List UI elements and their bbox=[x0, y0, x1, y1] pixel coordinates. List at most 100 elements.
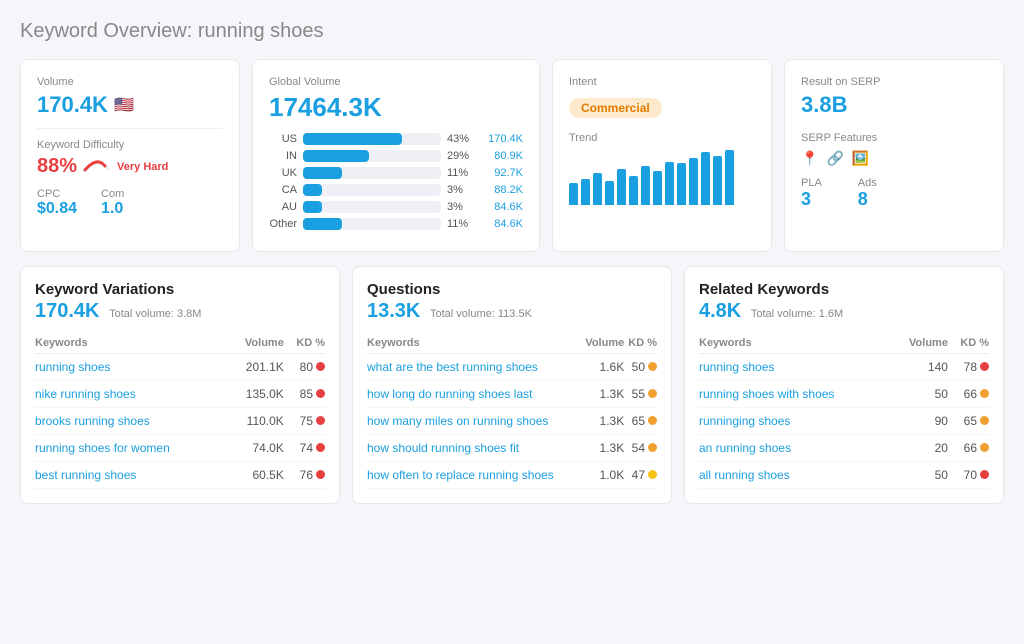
bar-track bbox=[303, 133, 441, 145]
kw-link[interactable]: brooks running shoes bbox=[35, 414, 150, 428]
q-col-kd: KD % bbox=[624, 333, 657, 354]
bar-track bbox=[303, 150, 441, 162]
ads-value: 8 bbox=[858, 189, 877, 210]
trend-bar bbox=[725, 150, 734, 205]
bar-val: 92.7K bbox=[481, 167, 523, 179]
q-col-volume: Volume bbox=[580, 333, 624, 354]
kd-dot bbox=[316, 443, 325, 452]
pla-ads-row: PLA 3 Ads 8 bbox=[801, 177, 987, 210]
kw-link[interactable]: how should running shoes fit bbox=[367, 441, 519, 455]
q-col-keywords: Keywords bbox=[367, 333, 580, 354]
bar-pct: 29% bbox=[447, 150, 475, 162]
table-row: an running shoes 20 66 bbox=[699, 435, 989, 462]
kw-kd: 65 bbox=[624, 408, 657, 435]
cpc-value: $0.84 bbox=[37, 200, 77, 218]
trend-bar bbox=[701, 152, 710, 205]
cpc-com-row: CPC $0.84 Com 1.0 bbox=[37, 188, 223, 218]
kw-kd: 80 bbox=[284, 354, 325, 381]
kw-link[interactable]: how many miles on running shoes bbox=[367, 414, 548, 428]
trend-bar bbox=[605, 181, 614, 205]
kw-vol: 50 bbox=[892, 462, 948, 489]
volume-label: Volume bbox=[37, 76, 223, 88]
bar-row: Other 11% 84.6K bbox=[269, 218, 523, 230]
kd-dot bbox=[980, 443, 989, 452]
bar-fill bbox=[303, 184, 322, 196]
kw-kd: 74 bbox=[284, 435, 325, 462]
kw-vol: 90 bbox=[892, 408, 948, 435]
kw-link[interactable]: running shoes for women bbox=[35, 441, 170, 455]
bar-val: 80.9K bbox=[481, 150, 523, 162]
bar-fill bbox=[303, 218, 342, 230]
kw-link[interactable]: an running shoes bbox=[699, 441, 791, 455]
trend-bar bbox=[653, 171, 662, 205]
table-row: all running shoes 50 70 bbox=[699, 462, 989, 489]
bar-pct: 3% bbox=[447, 201, 475, 213]
table-row: how many miles on running shoes 1.3K 65 bbox=[367, 408, 657, 435]
kw-link[interactable]: best running shoes bbox=[35, 468, 136, 482]
bar-fill bbox=[303, 133, 402, 145]
kw-vol: 74.0K bbox=[228, 435, 284, 462]
kw-vol: 110.0K bbox=[228, 408, 284, 435]
kw-link[interactable]: running shoes with shoes bbox=[699, 387, 834, 401]
bar-country: AU bbox=[269, 201, 297, 213]
kw-kd: 75 bbox=[284, 408, 325, 435]
kw-link[interactable]: all running shoes bbox=[699, 468, 790, 482]
bar-track bbox=[303, 184, 441, 196]
kd-dot bbox=[648, 362, 657, 371]
kd-dot bbox=[980, 470, 989, 479]
rk-col-volume: Volume bbox=[892, 333, 948, 354]
kw-kd: 76 bbox=[284, 462, 325, 489]
kw-vol: 1.3K bbox=[580, 381, 624, 408]
ads-item: Ads 8 bbox=[858, 177, 877, 210]
serp-value: 3.8B bbox=[801, 92, 987, 118]
kw-kd: 70 bbox=[948, 462, 989, 489]
trend-bar bbox=[617, 169, 626, 205]
kw-vol: 50 bbox=[892, 381, 948, 408]
kw-vol: 1.0K bbox=[580, 462, 624, 489]
kd-hard-text: Very Hard bbox=[117, 161, 168, 173]
pla-label: PLA bbox=[801, 177, 822, 189]
kw-vol: 201.1K bbox=[228, 354, 284, 381]
flag-icon: 🇺🇸 bbox=[114, 95, 134, 115]
kw-vol: 1.6K bbox=[580, 354, 624, 381]
bar-row: US 43% 170.4K bbox=[269, 133, 523, 145]
bar-pct: 43% bbox=[447, 133, 475, 145]
bar-track bbox=[303, 201, 441, 213]
bar-val: 84.6K bbox=[481, 218, 523, 230]
kd-label: Keyword Difficulty bbox=[37, 139, 223, 151]
table-row: nike running shoes 135.0K 85 bbox=[35, 381, 325, 408]
kw-link[interactable]: runninging shoes bbox=[699, 414, 790, 428]
bar-pct: 3% bbox=[447, 184, 475, 196]
kw-link[interactable]: nike running shoes bbox=[35, 387, 136, 401]
bar-country: UK bbox=[269, 167, 297, 179]
kw-link[interactable]: running shoes bbox=[35, 360, 110, 374]
trend-bar bbox=[569, 183, 578, 205]
bar-country: CA bbox=[269, 184, 297, 196]
kd-value: 88% Very Hard bbox=[37, 155, 223, 178]
kw-link[interactable]: how often to replace running shoes bbox=[367, 468, 554, 482]
trend-bar bbox=[665, 162, 674, 205]
kd-dot bbox=[316, 362, 325, 371]
kd-dot bbox=[648, 470, 657, 479]
trend-bar bbox=[593, 173, 602, 205]
trend-bar bbox=[713, 156, 722, 205]
kw-kd: 54 bbox=[624, 435, 657, 462]
kw-link[interactable]: what are the best running shoes bbox=[367, 360, 538, 374]
pla-item: PLA 3 bbox=[801, 177, 822, 210]
cpc-label: CPC bbox=[37, 188, 77, 200]
kw-vol: 60.5K bbox=[228, 462, 284, 489]
intent-label: Intent bbox=[569, 76, 755, 88]
com-value: 1.0 bbox=[101, 200, 124, 218]
q-count: 13.3K bbox=[367, 300, 420, 322]
table-row: runninging shoes 90 65 bbox=[699, 408, 989, 435]
serp-features-label: SERP Features bbox=[801, 132, 987, 144]
table-row: running shoes 140 78 bbox=[699, 354, 989, 381]
table-row: running shoes 201.1K 80 bbox=[35, 354, 325, 381]
ads-label: Ads bbox=[858, 177, 877, 189]
location-icon: 📍 bbox=[801, 150, 818, 167]
kw-link[interactable]: how long do running shoes last bbox=[367, 387, 532, 401]
kd-dot bbox=[980, 416, 989, 425]
kv-col-volume: Volume bbox=[228, 333, 284, 354]
trend-bar bbox=[689, 158, 698, 205]
kw-link[interactable]: running shoes bbox=[699, 360, 774, 374]
